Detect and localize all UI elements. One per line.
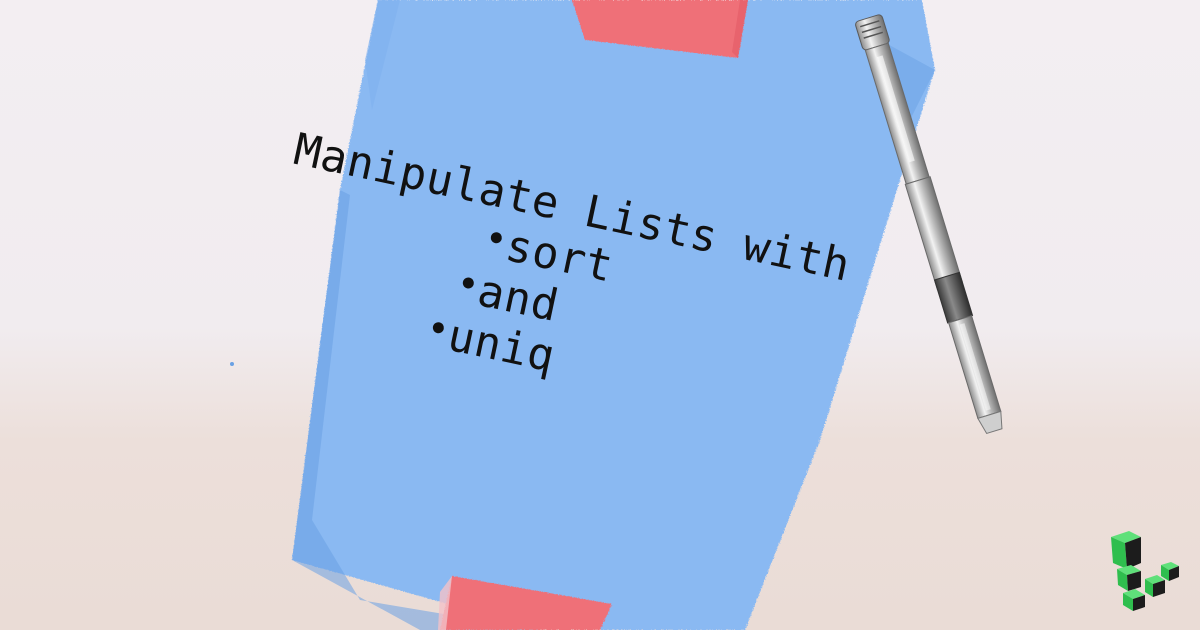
linode-logo-icon <box>1111 531 1179 611</box>
bullet-dot <box>489 230 503 244</box>
scene: Manipulate Lists with sort and uniq <box>0 0 1200 630</box>
bullet-dot <box>461 275 475 289</box>
bullet-dot <box>431 320 446 334</box>
